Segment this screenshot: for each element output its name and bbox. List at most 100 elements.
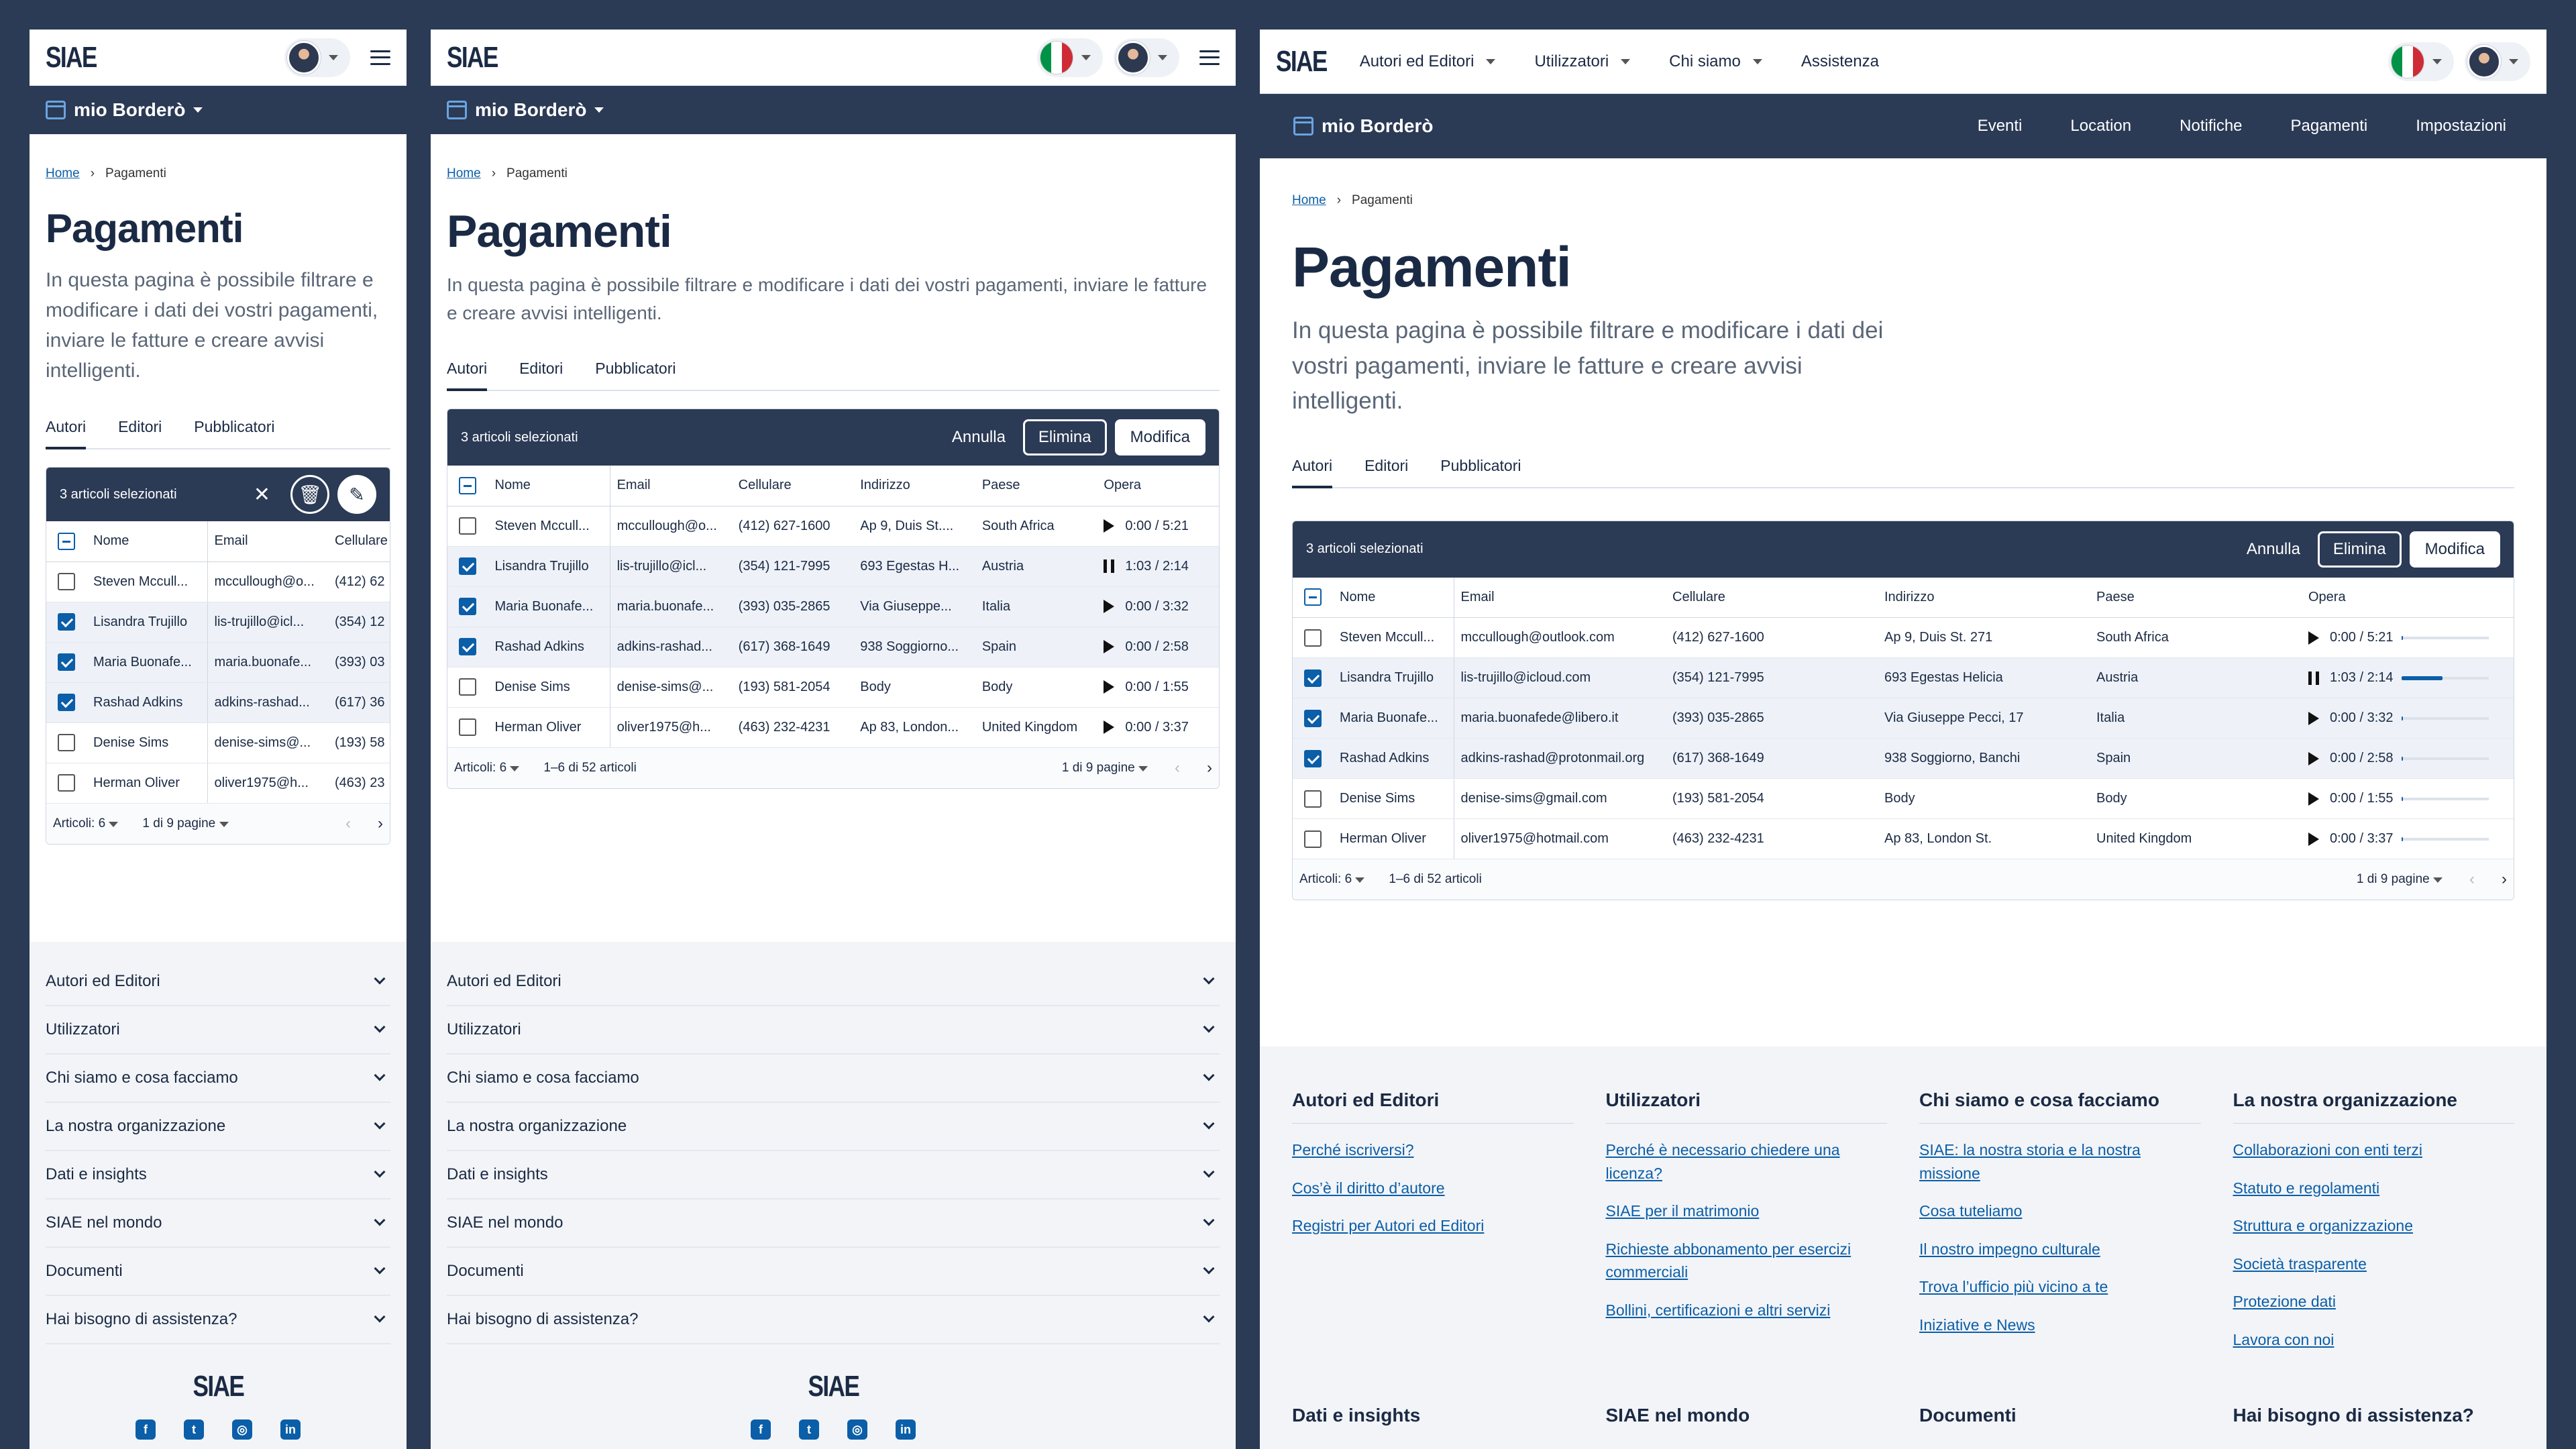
play-icon[interactable]	[1104, 600, 1115, 614]
user-menu[interactable]	[1114, 38, 1179, 77]
twitter-icon[interactable]: t	[799, 1419, 819, 1440]
row-checkbox[interactable]	[459, 557, 477, 575]
select-all-checkbox[interactable]	[459, 476, 477, 494]
language-menu[interactable]	[1037, 38, 1103, 77]
nav-location[interactable]: Location	[2070, 117, 2131, 136]
row-checkbox[interactable]	[1304, 830, 1322, 848]
per-page-select[interactable]: Articoli: 6	[1299, 872, 1365, 887]
menu-icon[interactable]	[370, 50, 390, 65]
pencil-icon[interactable]: ✎	[337, 475, 376, 514]
footer-link[interactable]: Richieste abbonamento per esercizi comme…	[1606, 1238, 1888, 1284]
siae-logo[interactable]: SIAE	[447, 41, 498, 74]
breadcrumb-home[interactable]: Home	[1292, 193, 1326, 208]
table-row[interactable]: Steven Mccull... mccullough@outlook.com (4…	[1293, 617, 2514, 658]
table-row[interactable]: Herman Oliver oliver1975@h... (463) 232-42…	[447, 707, 1219, 748]
footer-accordion-item[interactable]: SIAE nel mondo	[447, 1199, 1220, 1248]
per-page-select[interactable]: Articoli: 6	[53, 816, 119, 831]
facebook-icon[interactable]: f	[136, 1419, 156, 1440]
footer-link[interactable]: Trova l’ufficio più vicino a te	[1919, 1275, 2201, 1299]
select-all-checkbox[interactable]	[1304, 588, 1322, 606]
footer-accordion-item[interactable]: SIAE nel mondo	[46, 1199, 390, 1248]
pause-icon[interactable]	[1104, 559, 1115, 574]
tab-editori[interactable]: Editori	[118, 418, 162, 448]
nav-notifiche[interactable]: Notifiche	[2180, 117, 2242, 136]
select-all-checkbox[interactable]	[58, 532, 75, 550]
delete-button[interactable]: Elimina	[1022, 419, 1107, 455]
breadcrumb-home[interactable]: Home	[46, 166, 80, 181]
col-cellulare[interactable]: Cellulare	[328, 521, 390, 562]
nav-chi-siamo[interactable]: Chi siamo	[1669, 52, 1762, 71]
user-menu[interactable]	[2465, 42, 2530, 81]
col-indirizzo[interactable]: Indirizzo	[853, 466, 975, 506]
footer-link[interactable]: Cosa tuteliamo	[1919, 1199, 2201, 1223]
app-name[interactable]: mio Borderò	[1322, 115, 1433, 137]
nav-autori-editori[interactable]: Autori ed Editori	[1360, 52, 1496, 71]
instagram-icon[interactable]: ◎	[232, 1419, 252, 1440]
play-icon[interactable]	[1104, 640, 1115, 654]
trash-icon[interactable]: 🗑	[290, 475, 329, 514]
play-icon[interactable]	[2308, 751, 2319, 765]
footer-link[interactable]: Protezione dati	[2233, 1290, 2515, 1313]
col-email[interactable]: Email	[610, 466, 732, 506]
edit-button[interactable]: Modifica	[1114, 419, 1205, 455]
tab-pubblicatori[interactable]: Pubblicatori	[194, 418, 274, 448]
prev-page-icon[interactable]: ‹	[345, 814, 351, 833]
row-checkbox[interactable]	[58, 653, 75, 671]
next-page-icon[interactable]: ›	[2502, 870, 2507, 889]
prev-page-icon[interactable]: ‹	[1175, 759, 1180, 777]
table-row[interactable]: Herman Oliver oliver1975@h... (463) 23	[46, 763, 390, 804]
col-email[interactable]: Email	[207, 521, 328, 562]
table-row[interactable]: Rashad Adkins adkins-rashad... (617) 36	[46, 682, 390, 723]
row-checkbox[interactable]	[1304, 669, 1322, 687]
table-row[interactable]: Rashad Adkins adkins-rashad@protonmail.or…	[1293, 738, 2514, 779]
footer-accordion-item[interactable]: Hai bisogno di assistenza?	[46, 1296, 390, 1344]
table-row[interactable]: Steven Mccull... mccullough@o... (412) 62	[46, 561, 390, 602]
footer-link[interactable]: Il nostro impegno culturale	[1919, 1238, 2201, 1261]
table-row[interactable]: Denise Sims denise-sims@... (193) 581-2054…	[447, 667, 1219, 708]
row-checkbox[interactable]	[459, 598, 477, 615]
row-checkbox[interactable]	[1304, 709, 1322, 727]
row-checkbox[interactable]	[1304, 790, 1322, 808]
play-icon[interactable]	[1104, 519, 1115, 533]
chevron-down-icon[interactable]	[193, 107, 203, 113]
footer-link[interactable]: Cos’è il diritto d’autore	[1292, 1177, 1574, 1200]
col-paese[interactable]: Paese	[975, 466, 1097, 506]
tab-autori[interactable]: Autori	[1292, 457, 1333, 488]
footer-accordion-item[interactable]: Autori ed Editori	[46, 958, 390, 1006]
footer-logo[interactable]: SIAE	[193, 1370, 244, 1403]
footer-link[interactable]: SIAE: la nostra storia e la nostra missi…	[1919, 1138, 2201, 1185]
col-nome[interactable]: Nome	[1333, 577, 1454, 618]
page-select[interactable]: 1 di 9 pagine	[142, 816, 229, 831]
footer-accordion-item[interactable]: Dati e insights	[447, 1151, 1220, 1199]
siae-logo[interactable]: SIAE	[1276, 45, 1328, 78]
nav-assistenza[interactable]: Assistenza	[1801, 52, 1879, 71]
nav-utilizzatori[interactable]: Utilizzatori	[1534, 52, 1631, 71]
footer-link[interactable]: Società trasparente	[2233, 1252, 2515, 1276]
footer-accordion-item[interactable]: Documenti	[447, 1248, 1220, 1296]
footer-link[interactable]: Perché è necessario chiedere una licenza…	[1606, 1138, 1888, 1185]
nav-pagamenti[interactable]: Pagamenti	[2291, 117, 2368, 136]
footer-accordion-item[interactable]: Autori ed Editori	[447, 958, 1220, 1006]
pause-icon[interactable]	[2308, 671, 2319, 685]
per-page-select[interactable]: Articoli: 6	[454, 761, 520, 775]
tab-editori[interactable]: Editori	[519, 360, 563, 390]
footer-accordion-item[interactable]: Dati e insights	[46, 1151, 390, 1199]
table-row[interactable]: Maria Buonafe... maria.buonafe... (393) 03	[46, 642, 390, 683]
close-icon[interactable]: ✕	[254, 483, 270, 506]
audio-progress[interactable]	[2401, 716, 2489, 720]
tab-autori[interactable]: Autori	[46, 418, 87, 449]
table-row[interactable]: Maria Buonafe... maria.buonafe... (393) 03…	[447, 586, 1219, 627]
row-checkbox[interactable]	[459, 718, 477, 736]
play-icon[interactable]	[2308, 832, 2319, 846]
next-page-icon[interactable]: ›	[378, 814, 383, 833]
footer-link[interactable]: Registri per Autori ed Editori	[1292, 1214, 1574, 1238]
footer-link[interactable]: SIAE per il matrimonio	[1606, 1199, 1888, 1223]
footer-link[interactable]: Lavora con noi	[2233, 1328, 2515, 1352]
col-cellulare[interactable]: Cellulare	[731, 466, 854, 506]
prev-page-icon[interactable]: ‹	[2469, 870, 2475, 889]
footer-logo[interactable]: SIAE	[808, 1370, 859, 1403]
table-row[interactable]: Denise Sims denise-sims@gmail.com (193) 58…	[1293, 778, 2514, 819]
row-checkbox[interactable]	[459, 678, 477, 696]
audio-progress[interactable]	[2401, 837, 2489, 841]
play-icon[interactable]	[2308, 792, 2319, 806]
